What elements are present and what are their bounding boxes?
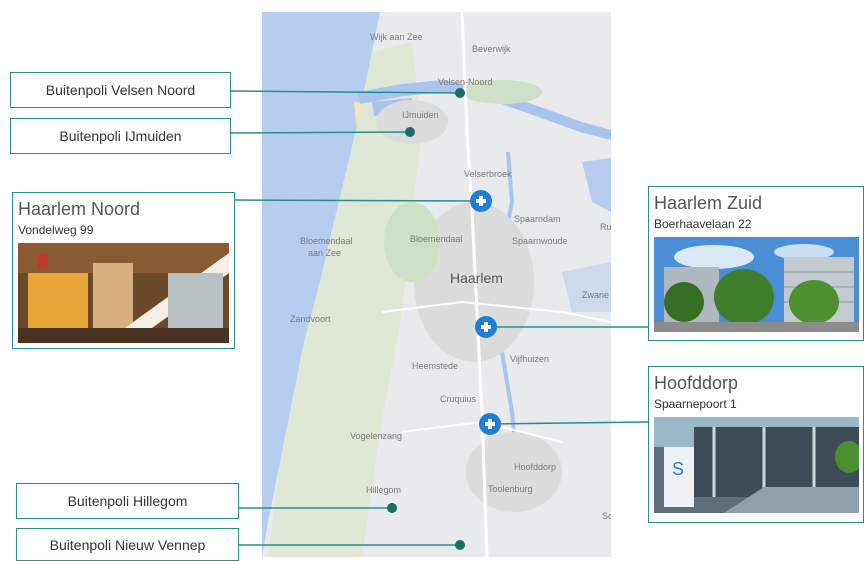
callout-velsen-noord[interactable]: Buitenpoli Velsen Noord	[10, 72, 231, 108]
location-dot-hillegom[interactable]	[387, 503, 397, 513]
location-title: Haarlem Noord	[18, 199, 141, 219]
connector-line	[489, 421, 649, 425]
hospital-marker-haarlem-zuid[interactable]	[475, 316, 497, 338]
callout-label: Buitenpoli IJmuiden	[59, 128, 182, 144]
callout-label: Buitenpoli Velsen Noord	[45, 82, 196, 98]
location-photo: S	[654, 417, 859, 513]
callout-hillegom[interactable]: Buitenpoli Hillegom	[16, 483, 239, 519]
callout-label: Buitenpoli Hillegom	[67, 493, 188, 509]
location-address: Boerhaavelaan 22	[654, 217, 752, 231]
connector-line	[234, 199, 481, 202]
callout-hoofddorp[interactable]: Hoofddorp Spaarnepoort 1 S	[648, 366, 864, 523]
hospital-marker-hoofddorp[interactable]	[479, 413, 501, 435]
callout-label: Buitenpoli Nieuw Vennep	[49, 536, 206, 553]
location-photo	[18, 243, 229, 343]
location-dot-velsen-noord[interactable]	[455, 88, 465, 98]
location-address: Spaarnepoort 1	[654, 397, 737, 411]
location-title: Haarlem Zuid	[654, 193, 763, 213]
location-title: Hoofddorp	[654, 373, 739, 393]
hospital-marker-haarlem-noord[interactable]	[470, 190, 492, 212]
location-photo	[654, 237, 859, 332]
location-dot-nieuw-vennep[interactable]	[455, 540, 465, 550]
callout-haarlem-zuid[interactable]: Haarlem Zuid Boerhaavelaan 22	[648, 186, 864, 341]
location-dot-ijmuiden[interactable]	[405, 127, 415, 137]
svg-text:S: S	[672, 459, 684, 479]
location-address: Vondelweg 99	[18, 223, 94, 237]
connector-line	[230, 131, 411, 134]
callout-haarlem-noord[interactable]: Haarlem Noord Vondelweg 99	[12, 192, 235, 349]
callout-nieuw-vennep[interactable]: Buitenpoli Nieuw Vennep	[16, 528, 239, 561]
connector-line	[230, 90, 461, 94]
callout-ijmuiden[interactable]: Buitenpoli IJmuiden	[10, 118, 231, 154]
